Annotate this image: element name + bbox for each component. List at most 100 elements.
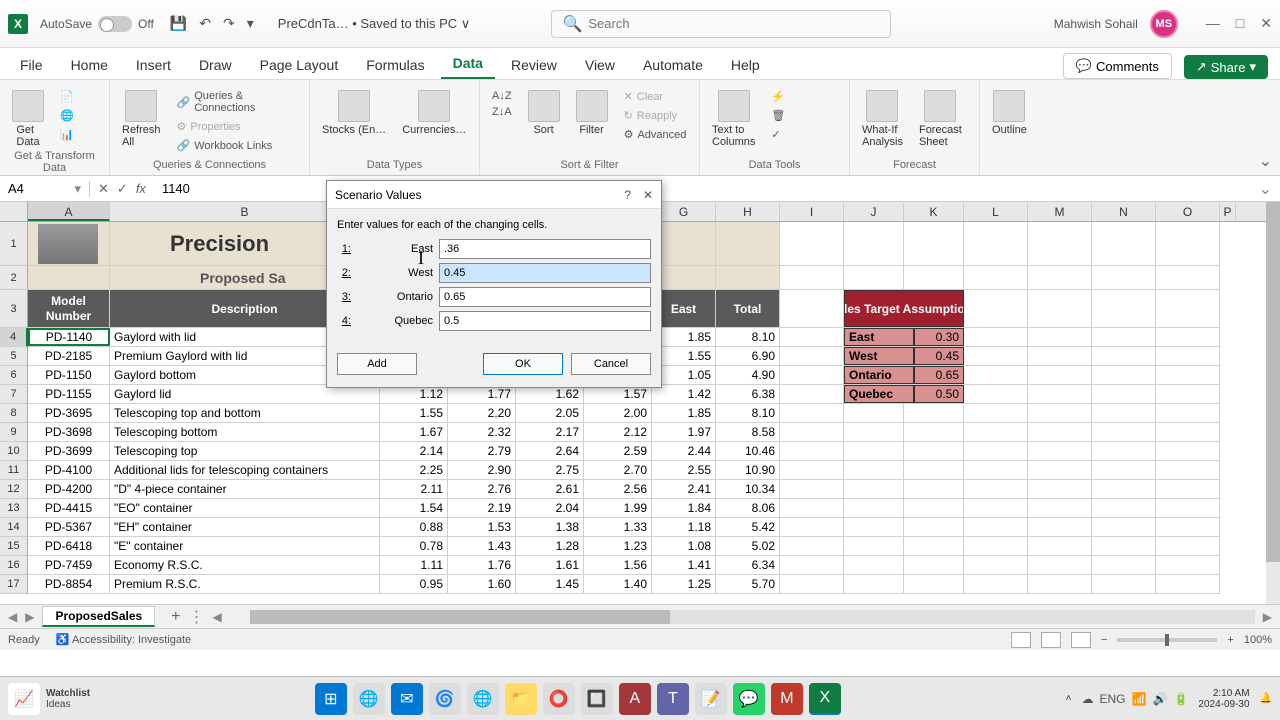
cell-model[interactable]: PD-8854 (28, 575, 110, 593)
apps-icon[interactable]: ⭕ (543, 683, 575, 715)
cell-model[interactable]: PD-7459 (28, 556, 110, 574)
cell[interactable]: 2.55 (652, 461, 716, 479)
onenote-icon[interactable]: 📝 (695, 683, 727, 715)
document-title[interactable]: PreCdnTa… • Saved to this PC ∨ (278, 16, 471, 32)
start-icon[interactable]: ⊞ (315, 683, 347, 715)
cell[interactable]: 8.10 (716, 328, 780, 346)
user-avatar[interactable]: MS (1150, 10, 1178, 38)
cancel-button[interactable]: Cancel (571, 353, 651, 375)
teams-icon[interactable]: T (657, 683, 689, 715)
cell[interactable]: 0.95 (380, 575, 448, 593)
access-icon[interactable]: A (619, 683, 651, 715)
cell[interactable]: 5.42 (716, 518, 780, 536)
zoom-level[interactable]: 100% (1244, 634, 1272, 646)
chrome-icon[interactable]: 🌐 (353, 683, 385, 715)
workbook-links-button[interactable]: 🔗 Workbook Links (173, 137, 301, 154)
close-icon[interactable]: ✕ (1260, 15, 1272, 32)
row-header-3[interactable]: 3 (0, 290, 28, 328)
mail-icon[interactable]: M (771, 683, 803, 715)
tab-draw[interactable]: Draw (187, 51, 244, 79)
zoom-out-icon[interactable]: − (1101, 634, 1107, 646)
chrome2-icon[interactable]: 🌐 (467, 683, 499, 715)
row-header[interactable]: 15 (0, 537, 28, 556)
filter-button[interactable]: Filter (572, 88, 612, 138)
cell[interactable]: 1.45 (516, 575, 584, 593)
col-header-A[interactable]: A (28, 202, 110, 221)
cell[interactable]: 2.59 (584, 442, 652, 460)
cell-model[interactable]: PD-4100 (28, 461, 110, 479)
cell-model[interactable]: PD-5367 (28, 518, 110, 536)
sort-za-icon[interactable]: Z↓A (488, 104, 516, 120)
from-table-icon[interactable]: 📊 (56, 126, 78, 143)
page-layout-view-icon[interactable] (1041, 632, 1061, 648)
redo-icon[interactable]: ↷ (223, 15, 235, 32)
cell-desc[interactable]: Economy R.S.C. (110, 556, 380, 574)
notifications-icon[interactable]: 🔔 (1260, 693, 1272, 704)
add-sheet-icon[interactable]: + (171, 608, 180, 626)
share-button[interactable]: ↗ Share ▾ (1184, 55, 1268, 79)
cell[interactable]: 2.41 (652, 480, 716, 498)
table-row[interactable]: PD-3695 Telescoping top and bottom 1.55 … (28, 404, 1220, 423)
tab-data[interactable]: Data (441, 49, 495, 79)
search-box[interactable]: 🔍 (551, 10, 891, 38)
field-input-west[interactable] (439, 263, 651, 283)
field-input-east[interactable] (439, 239, 651, 259)
sort-button[interactable]: Sort (524, 88, 564, 138)
from-text-icon[interactable]: 📄 (56, 88, 78, 105)
tab-page-layout[interactable]: Page Layout (248, 51, 351, 79)
add-button[interactable]: Add (337, 353, 417, 375)
cell[interactable]: 2.90 (448, 461, 516, 479)
cell[interactable]: 1.41 (652, 556, 716, 574)
tab-home[interactable]: Home (59, 51, 120, 79)
sheet-nav-prev-icon[interactable]: ◀ (8, 610, 17, 624)
cell[interactable]: 1.99 (584, 499, 652, 517)
cell[interactable]: 10.46 (716, 442, 780, 460)
cell[interactable]: 1.33 (584, 518, 652, 536)
outlook-icon[interactable]: ✉ (391, 683, 423, 715)
table-row[interactable]: PD-3698 Telescoping bottom 1.67 2.32 2.1… (28, 423, 1220, 442)
language-icon[interactable]: ENG (1100, 692, 1126, 706)
cell-model[interactable]: PD-6418 (28, 537, 110, 555)
search-input[interactable] (588, 16, 880, 31)
cell[interactable]: 2.61 (516, 480, 584, 498)
cell[interactable]: 1.61 (516, 556, 584, 574)
wifi-icon[interactable]: 📶 (1132, 692, 1147, 706)
advanced-button[interactable]: ⚙ Advanced (620, 126, 691, 143)
cell[interactable]: 1.97 (652, 423, 716, 441)
cell-desc[interactable]: Telescoping bottom (110, 423, 380, 441)
name-box[interactable]: A4▾ (0, 181, 90, 197)
cell[interactable]: 1.28 (516, 537, 584, 555)
cancel-formula-icon[interactable]: ✕ (98, 181, 109, 197)
cell[interactable]: 1.54 (380, 499, 448, 517)
sheet-nav-next-icon[interactable]: ▶ (25, 610, 34, 624)
cell-desc[interactable]: Telescoping top and bottom (110, 404, 380, 422)
cell[interactable]: 2.56 (584, 480, 652, 498)
horizontal-scrollbar[interactable] (250, 610, 1255, 624)
cell[interactable]: 2.05 (516, 404, 584, 422)
stocks-button[interactable]: Stocks (En… (318, 88, 390, 138)
table-row[interactable]: PD-6418 "E" container 0.78 1.43 1.28 1.2… (28, 537, 1220, 556)
cell-desc[interactable]: "E" container (110, 537, 380, 555)
cell[interactable]: 2.17 (516, 423, 584, 441)
cell[interactable]: 1.11 (380, 556, 448, 574)
cell[interactable]: 1.76 (448, 556, 516, 574)
cell[interactable]: 5.70 (716, 575, 780, 593)
sheet-tab-proposedsales[interactable]: ProposedSales (42, 606, 155, 627)
table-row[interactable]: PD-3699 Telescoping top 2.14 2.79 2.64 2… (28, 442, 1220, 461)
hscroll-left-icon[interactable]: ◀ (213, 610, 222, 624)
row-header[interactable]: 12 (0, 480, 28, 499)
cell[interactable]: 0.88 (380, 518, 448, 536)
cell[interactable]: 1.67 (380, 423, 448, 441)
zoom-slider[interactable] (1117, 638, 1217, 642)
close-dialog-icon[interactable]: ✕ (643, 188, 653, 202)
forecast-sheet-button[interactable]: Forecast Sheet (915, 88, 966, 150)
cell-desc[interactable]: "D" 4-piece container (110, 480, 380, 498)
widget-icon[interactable]: 📈 (8, 683, 40, 715)
tab-formulas[interactable]: Formulas (354, 51, 436, 79)
cell[interactable]: 1.60 (448, 575, 516, 593)
battery-icon[interactable]: 🔋 (1173, 692, 1188, 706)
fx-icon[interactable]: fx (136, 181, 146, 197)
help-icon[interactable]: ? (624, 188, 631, 202)
minimize-icon[interactable]: — (1206, 15, 1220, 32)
clock-time[interactable]: 2:10 AM (1198, 688, 1249, 699)
